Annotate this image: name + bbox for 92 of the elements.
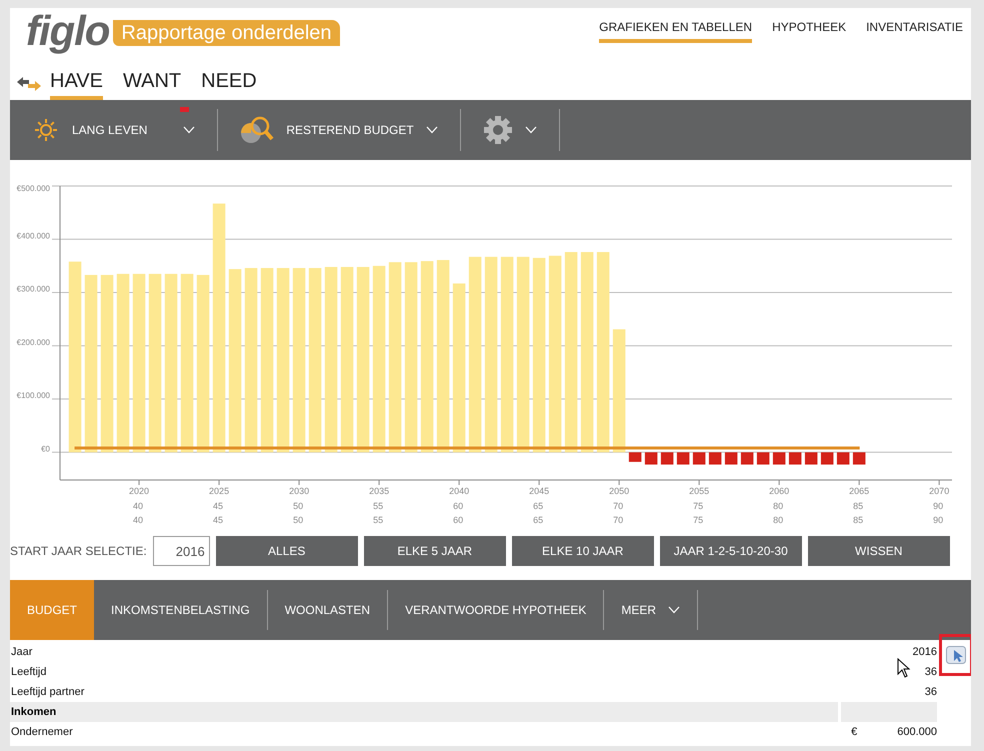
chart-bar (644, 452, 658, 465)
age-label: 65 (533, 515, 544, 525)
y-tick-label: €100.000 (16, 391, 50, 400)
search-chart-icon (240, 115, 274, 145)
caret-icon (524, 126, 537, 134)
filter-button[interactable]: ELKE 5 JAAR (364, 536, 506, 566)
x-tick-label: 2060 (769, 486, 790, 496)
chart-bar (724, 452, 738, 465)
section-label: Inkomen (10, 702, 838, 722)
row-label: Ondernemer (10, 724, 73, 740)
age-label: 60 (453, 501, 464, 511)
filter-button[interactable]: WISSEN (808, 536, 950, 566)
age-label: 60 (453, 515, 464, 525)
settings-icon (482, 115, 513, 145)
chart-bar (772, 452, 786, 465)
subtitle-tag: Rapportage onderdelen (113, 20, 340, 46)
chart-bar (660, 452, 674, 465)
chart-bar (740, 452, 754, 465)
age-label: 85 (853, 501, 864, 511)
filter-button[interactable]: ALLES (216, 536, 358, 566)
age-label: 55 (373, 501, 384, 511)
row-value: 36 (924, 684, 937, 700)
logo: figlo (26, 10, 110, 52)
filter-button[interactable]: JAAR 1-2-5-10-20-30 (660, 536, 802, 566)
view-tab[interactable]: NEED (201, 69, 257, 100)
toolbar-button[interactable]: RESTEREND BUDGET (218, 115, 460, 145)
nav-link[interactable]: GRAFIEKEN EN TABELLEN (599, 18, 752, 43)
currency-symbol: € (851, 724, 858, 740)
row-label: Leeftijd (10, 664, 46, 680)
y-tick-label: €300.000 (16, 284, 50, 294)
x-tick-label: 2020 (129, 486, 150, 496)
x-tick-label: 2070 (929, 486, 950, 496)
x-tick-label: 2030 (289, 486, 310, 496)
x-tick-label: 2050 (609, 486, 630, 496)
table-tab[interactable]: INKOMSTENBELASTING (94, 590, 267, 630)
mouse-pointer-icon (897, 658, 911, 678)
chart-bar (756, 452, 770, 465)
caret-icon (183, 126, 196, 134)
y-tick-label: €0 (41, 444, 50, 454)
x-tick-label: 2045 (529, 486, 550, 496)
chart-bar (708, 452, 722, 465)
chart-bar (676, 452, 690, 465)
age-label: 40 (133, 501, 144, 511)
y-tick-label: €200.000 (16, 338, 50, 347)
x-tick-label: 2065 (849, 486, 870, 496)
nav-link[interactable]: HYPOTHEEK (772, 18, 846, 43)
table-tab[interactable]: MEER (604, 590, 698, 630)
age-label: 55 (373, 515, 384, 525)
age-label: 90 (933, 501, 944, 511)
age-label: 65 (533, 501, 544, 511)
row-label: Jaar (10, 644, 32, 660)
chart-bar (820, 452, 834, 465)
chart-bar (788, 452, 802, 465)
row-value: 2016 (912, 644, 937, 660)
age-label: 70 (613, 501, 624, 511)
x-tick-label: 2055 (689, 486, 710, 496)
age-label: 75 (693, 515, 704, 525)
age-label: 40 (133, 515, 144, 525)
nav-link[interactable]: INVENTARISATIE (866, 18, 963, 43)
age-label: 45 (213, 501, 224, 511)
row-label: Leeftijd partner (10, 684, 84, 700)
age-label: 70 (613, 515, 624, 525)
x-tick-label: 2035 (369, 486, 390, 496)
age-label: 80 (773, 501, 784, 511)
age-label: 50 (293, 501, 304, 511)
caret-icon (426, 126, 438, 134)
x-tick-label: 2025 (209, 486, 230, 496)
age-label: 75 (693, 501, 704, 511)
age-label: 50 (293, 515, 304, 525)
age-label: 90 (933, 515, 944, 525)
row-value: 600.000 (897, 724, 937, 740)
age-label: 45 (213, 515, 224, 525)
chart-bar (836, 452, 850, 465)
start-year-label: START JAAR SELECTIE: (10, 543, 147, 560)
toolbar-button[interactable]: LANG LEVEN (10, 116, 218, 144)
age-label: 80 (773, 515, 784, 525)
start-year-input[interactable]: 2016 (152, 536, 210, 566)
age-label: 85 (853, 515, 864, 525)
filter-button[interactable]: ELKE 10 JAAR (512, 536, 654, 566)
sun-icon (32, 116, 60, 144)
row-value: 36 (924, 664, 937, 680)
chart-bar (692, 452, 706, 465)
swap-arrows-icon (16, 76, 42, 92)
view-tab[interactable]: WANT (122, 69, 182, 100)
chart-bar (852, 452, 866, 465)
cursor-button-icon (946, 646, 966, 664)
x-tick-label: 2040 (449, 486, 470, 496)
table-tab[interactable]: WOONLASTEN (268, 590, 388, 630)
chart-bar (804, 452, 818, 465)
y-tick-label: €500.000 (16, 184, 50, 193)
table-tab[interactable]: VERANTWOORDE HYPOTHEEK (388, 590, 604, 630)
y-tick-label: €400.000 (16, 231, 50, 240)
